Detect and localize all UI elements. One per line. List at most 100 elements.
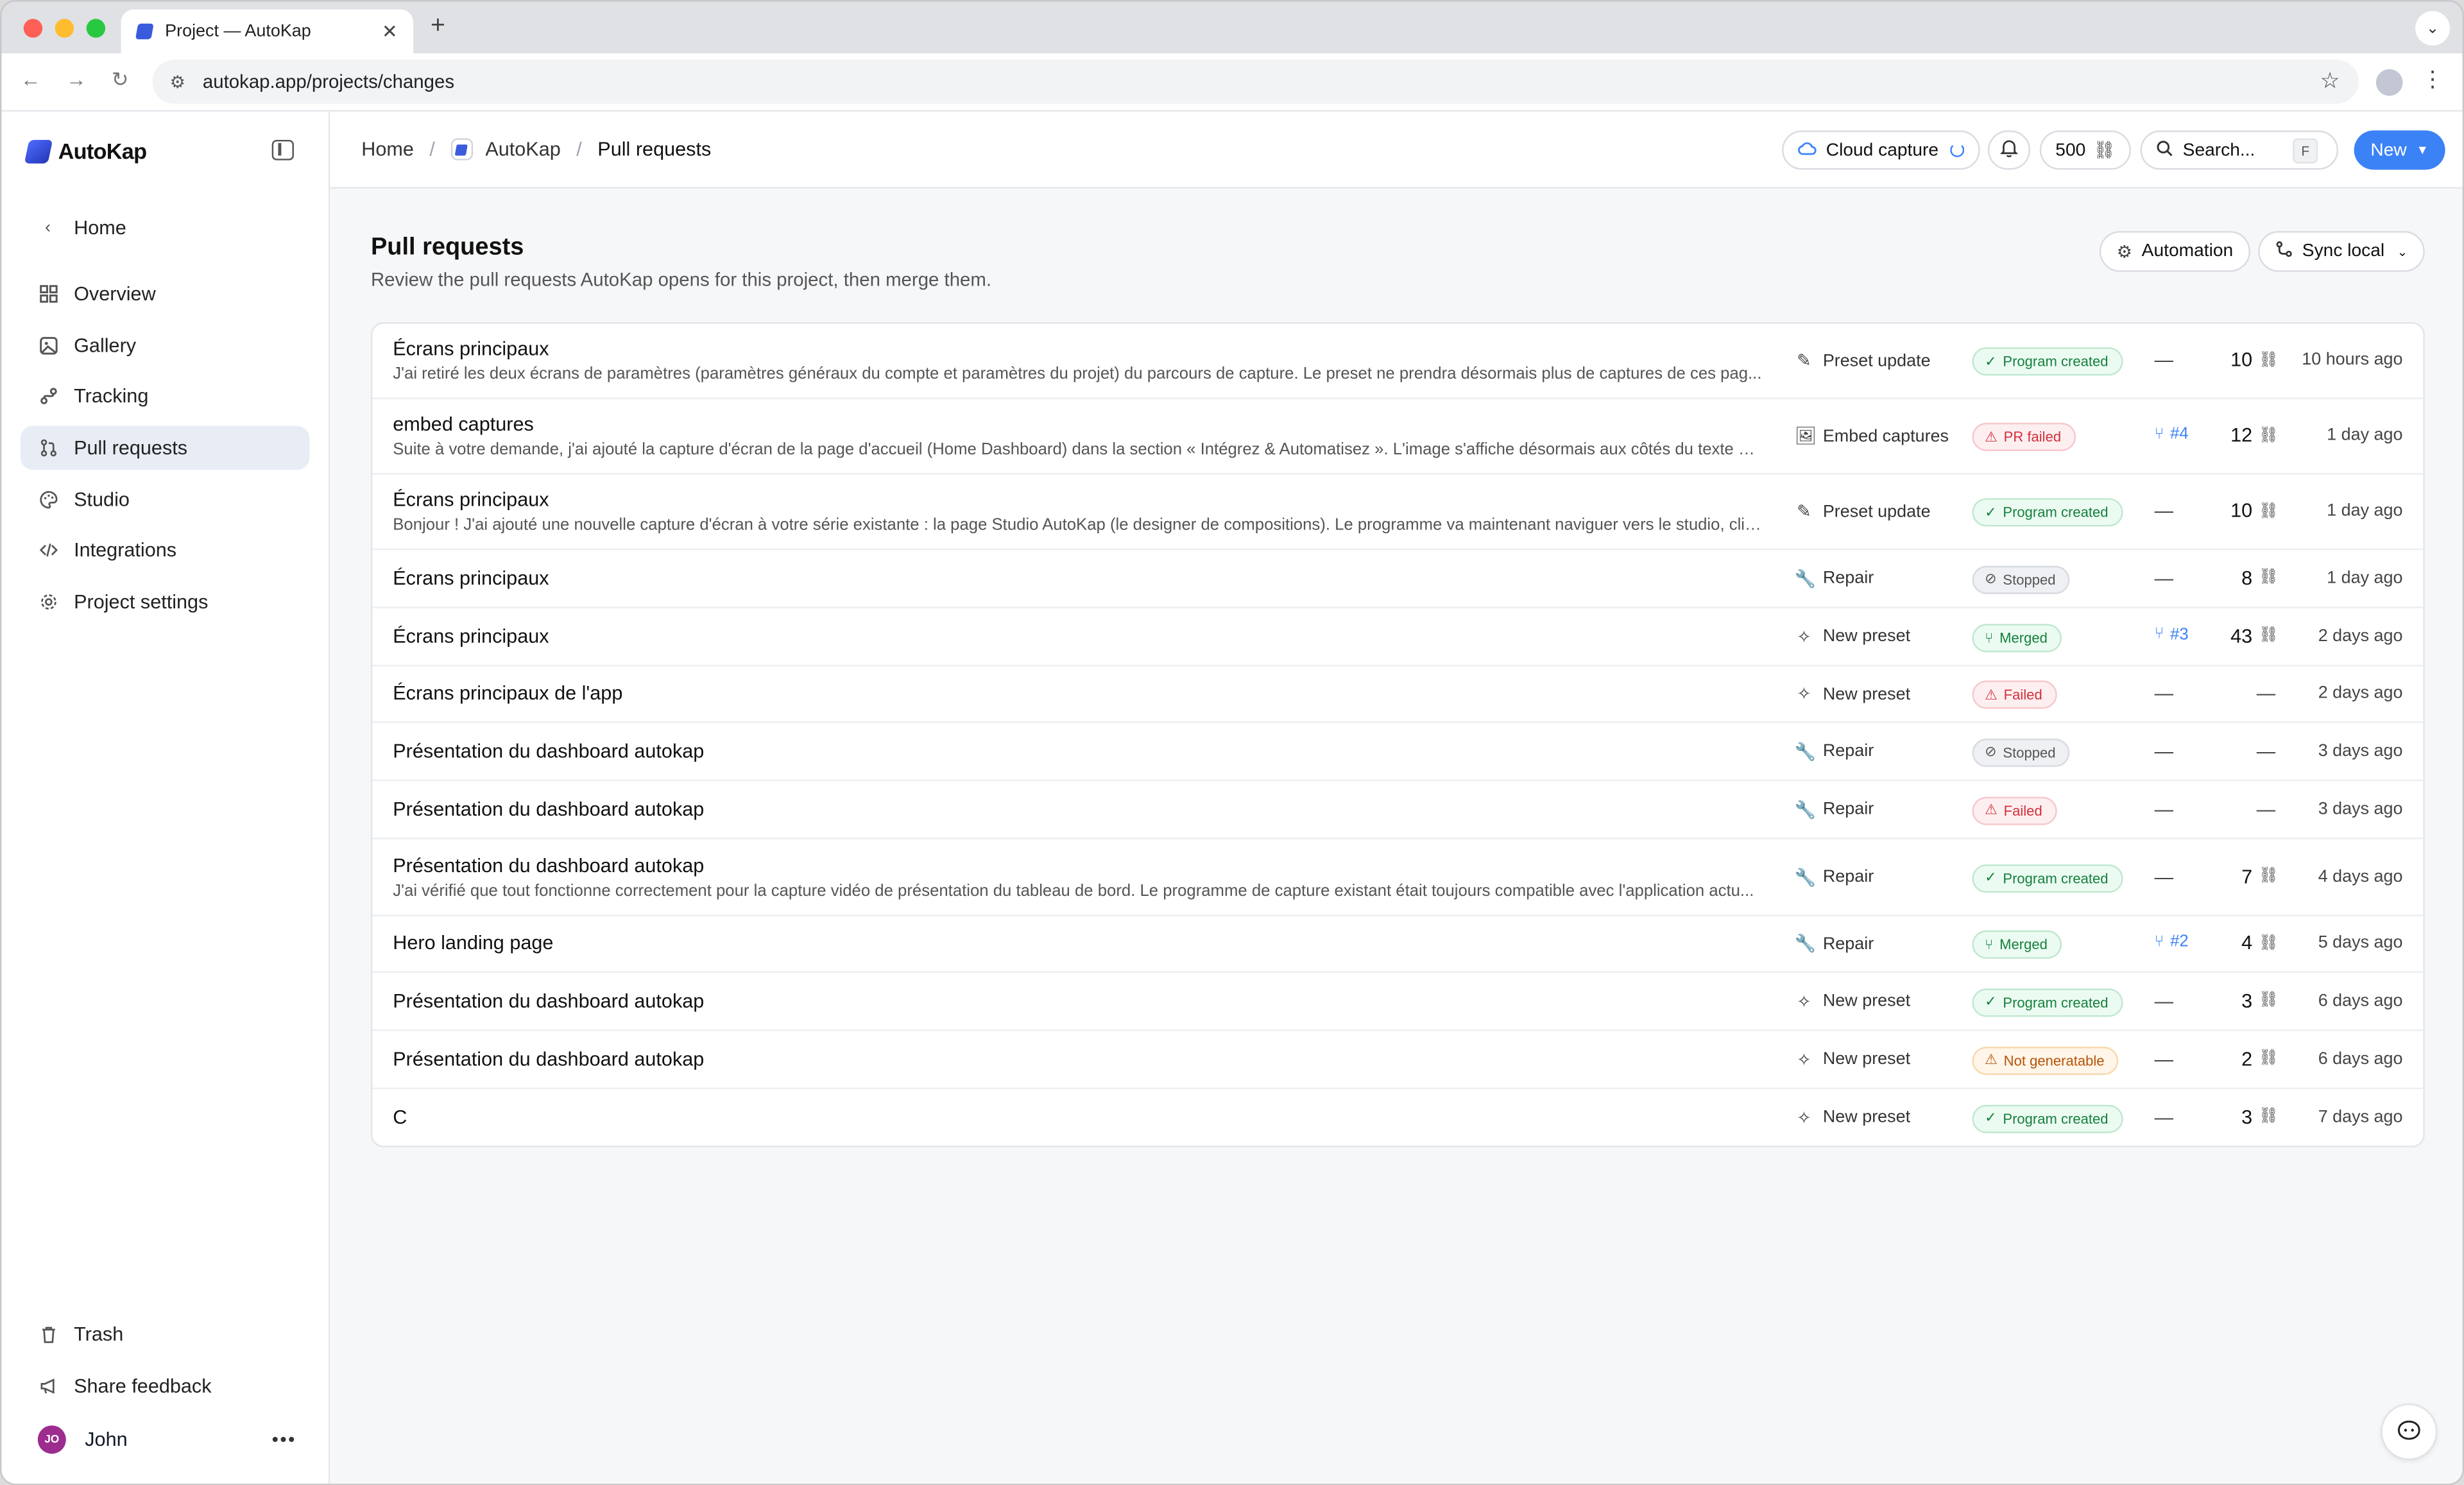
- site-settings-icon[interactable]: ⚙: [165, 69, 190, 94]
- sidebar-home-link[interactable]: ‹ Home: [21, 206, 310, 250]
- loading-spinner-icon: [1949, 142, 1964, 157]
- brand[interactable]: AutoKap: [24, 139, 147, 164]
- credits-badge[interactable]: 500 ⛓: [2039, 130, 2132, 170]
- browser-tab[interactable]: Project — AutoKap ✕: [121, 9, 414, 54]
- status-badge: ⊘ Stopped: [1972, 737, 2070, 766]
- user-menu[interactable]: JO John: [37, 1425, 128, 1454]
- new-button-label: New: [2370, 141, 2407, 160]
- pr-empty: —: [2154, 1105, 2173, 1128]
- sidebar-item-share-feedback[interactable]: Share feedback: [21, 1364, 310, 1409]
- link-icon: ⛓: [2258, 934, 2279, 952]
- status-badge: ⚠ Not generatable: [1972, 1045, 2119, 1074]
- table-row[interactable]: Hero landing page 🔧 Repair ⑂ Merged ⑂ #2 4 ⛓ 5 da…: [372, 916, 2424, 973]
- row-type: 🖼 Embed captures: [1795, 426, 1949, 447]
- sidebar-item-project-settings[interactable]: Project settings: [21, 580, 310, 624]
- link-icon: ⛓: [2258, 1049, 2279, 1067]
- browser-menu-icon[interactable]: ⋮: [2422, 66, 2443, 93]
- address-bar[interactable]: ⚙ autokap.app/projects/changes ☆: [152, 60, 2359, 104]
- sidebar-item-trash[interactable]: Trash: [21, 1312, 310, 1357]
- table-row[interactable]: Écrans principaux de l'app ✧ New preset ⚠ Fa…: [372, 666, 2424, 723]
- sparkles-icon: ✧: [1797, 992, 1811, 1011]
- search-icon: [2156, 139, 2173, 161]
- row-title: Présentation du dashboard autokap: [393, 739, 705, 762]
- table-row[interactable]: C ✧ New preset ✓ Program created —3 ⛓ 7 days ag…: [372, 1089, 2423, 1146]
- cloud-capture-button[interactable]: Cloud capture: [1782, 130, 1980, 170]
- stop-icon: ⊘: [1985, 743, 1997, 759]
- table-row[interactable]: Écrans principaux ✧ New preset ⑂ Merged ⑂ #3 43…: [372, 608, 2424, 667]
- gallery-icon: [38, 336, 58, 356]
- sync-local-button[interactable]: Sync local ⌄: [2258, 231, 2426, 272]
- bell-icon: [1999, 139, 2019, 162]
- pull-request-icon: ⑂: [2154, 625, 2164, 643]
- link-icon: ⛓: [2258, 426, 2279, 444]
- avatar: JO: [37, 1425, 66, 1454]
- pr-empty: —: [2154, 989, 2173, 1011]
- search-input[interactable]: Search... F: [2140, 130, 2339, 170]
- close-tab-icon[interactable]: ✕: [382, 21, 398, 42]
- table-row[interactable]: J'ai vérifié que tout fonctionne correct…: [372, 839, 2424, 916]
- table-row[interactable]: Écrans principaux 🔧 Repair ⊘ Stopped —8 ⛓ 1 day…: [372, 550, 2424, 608]
- chevron-down-icon: ▼: [2416, 142, 2429, 157]
- sidebar-item-tracking[interactable]: Tracking: [21, 374, 310, 418]
- pr-link[interactable]: ⑂ #2: [2155, 932, 2189, 950]
- row-title: Écrans principaux: [393, 624, 549, 647]
- capture-count-value: 8: [2241, 566, 2253, 589]
- chat-support-button[interactable]: [2381, 1403, 2438, 1461]
- row-timestamp: 7 days ago: [2318, 1107, 2403, 1126]
- table-row[interactable]: Présentation du dashboard autokap 🔧 Repair…: [372, 723, 2424, 782]
- cloud-capture-label: Cloud capture: [1826, 141, 1939, 160]
- status-label: Stopped: [2003, 571, 2056, 587]
- sidebar-item-label: Integrations: [74, 539, 177, 562]
- check-circle-icon: ✓: [1985, 352, 1997, 369]
- pull-request-icon: ⑂: [2154, 425, 2164, 443]
- table-row[interactable]: Présentation du dashboard autokap 🔧 Repair…: [372, 781, 2424, 839]
- sidebar-item-pull-requests[interactable]: Pull requests: [20, 425, 310, 470]
- new-tab-icon[interactable]: +: [431, 13, 445, 41]
- chat-bot-icon: [2397, 1418, 2422, 1445]
- pr-empty: —: [2154, 865, 2173, 888]
- capture-count-value: 3: [2241, 1105, 2253, 1128]
- link-icon: ⛓: [2258, 569, 2279, 587]
- more-options-icon[interactable]: •••: [272, 1429, 296, 1450]
- table-row[interactable]: Bonjour ! J'ai ajouté une nouvelle captu…: [372, 475, 2424, 551]
- breadcrumb-project[interactable]: AutoKap: [485, 139, 560, 160]
- browser-window: Project — AutoKap ✕ + ⌄ ← → ↻ ⚙ autokap.…: [0, 0, 2464, 1485]
- pr-link[interactable]: ⑂ #4: [2155, 424, 2189, 443]
- automation-button[interactable]: ⚙ Automation: [2099, 231, 2251, 272]
- bookmark-star-icon[interactable]: ☆: [2320, 67, 2340, 94]
- table-row[interactable]: Présentation du dashboard autokap ✧ New pr…: [372, 1031, 2424, 1090]
- row-type-label: Repair: [1822, 569, 1874, 588]
- close-window-button[interactable]: [23, 19, 43, 38]
- breadcrumb-home[interactable]: Home: [361, 139, 414, 160]
- profile-avatar-icon[interactable]: [2375, 69, 2403, 96]
- sidebar-item-overview[interactable]: Overview: [21, 272, 310, 316]
- pr-link[interactable]: ⑂ #3: [2155, 624, 2189, 643]
- sidebar-item-studio[interactable]: Studio: [21, 477, 310, 522]
- table-row[interactable]: Présentation du dashboard autokap ✧ New pr…: [372, 973, 2424, 1031]
- collapse-sidebar-icon[interactable]: [271, 139, 294, 160]
- table-row[interactable]: Suite à votre demande, j'ai ajouté la ca…: [372, 399, 2424, 475]
- search-placeholder: Search...: [2182, 141, 2255, 160]
- sidebar-item-integrations[interactable]: Integrations: [21, 528, 310, 572]
- notifications-button[interactable]: [1987, 130, 2031, 170]
- row-type-label: Repair: [1822, 800, 1874, 819]
- new-button[interactable]: New ▼: [2354, 130, 2445, 170]
- sidebar-item-gallery[interactable]: Gallery: [21, 323, 310, 368]
- breadcrumb-current: Pull requests: [597, 138, 712, 160]
- sparkles-icon: ✧: [1797, 1051, 1811, 1070]
- status-label: Stopped: [2003, 744, 2056, 760]
- maximize-window-button[interactable]: [86, 19, 106, 38]
- tab-search-icon[interactable]: ⌄: [2415, 11, 2450, 46]
- capture-count: 3 ⛓: [2241, 990, 2279, 1011]
- capture-count: 7 ⛓: [2241, 865, 2279, 887]
- minimize-window-button[interactable]: [55, 19, 74, 38]
- back-arrow-icon[interactable]: ←: [21, 67, 41, 91]
- pr-empty: —: [2154, 499, 2173, 522]
- reload-icon[interactable]: ↻: [112, 67, 129, 92]
- status-badge: ✓ Program created: [1972, 347, 2123, 376]
- row-type-label: Repair: [1822, 934, 1874, 954]
- capture-count-value: 2: [2241, 1047, 2253, 1070]
- forward-arrow-icon[interactable]: →: [66, 67, 87, 91]
- table-row[interactable]: J'ai retiré les deux écrans de paramètre…: [372, 323, 2424, 400]
- breadcrumb-separator: /: [429, 138, 435, 160]
